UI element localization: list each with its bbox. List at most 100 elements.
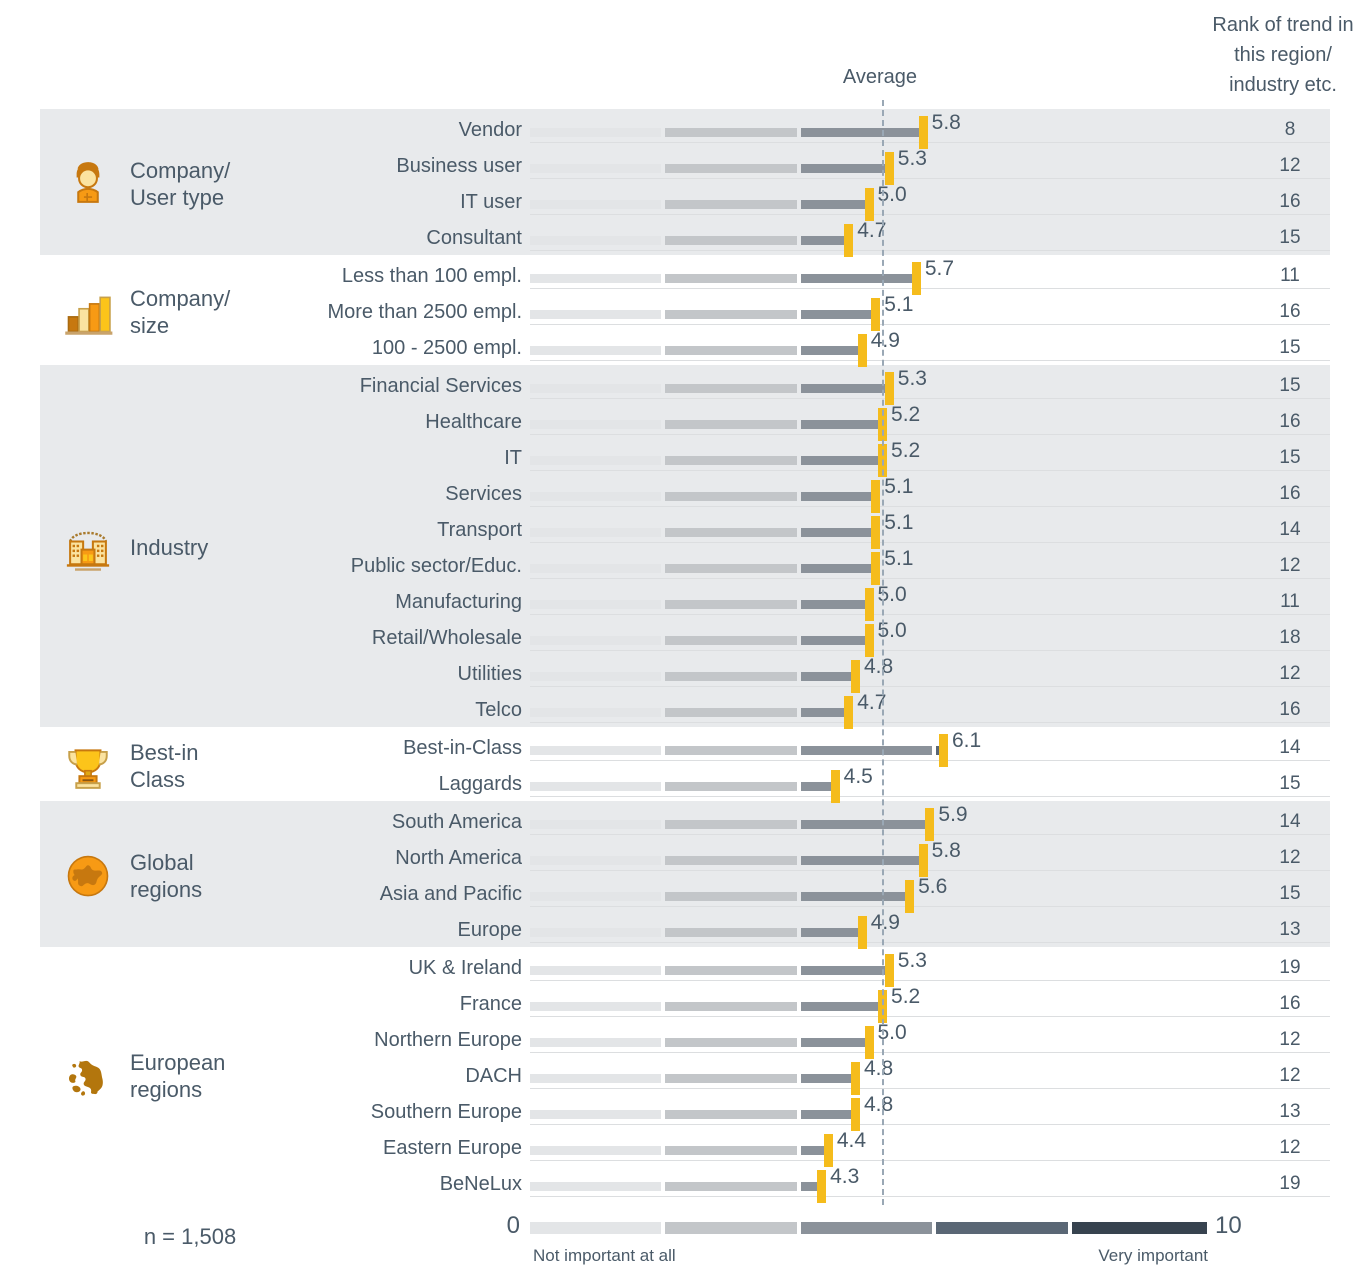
bar-segment [530, 346, 662, 355]
bar-segment [800, 746, 933, 755]
row-rank: 19 [1279, 1173, 1301, 1194]
value-marker [830, 770, 840, 803]
chart-row: Transport 5.1 14 [0, 511, 1366, 549]
value-label: 5.2 [891, 403, 921, 426]
row-baseline [530, 398, 1330, 399]
sample-size-label: n = 1,508 [143, 1224, 237, 1249]
value-label: 5.6 [918, 875, 948, 898]
bar-segment [665, 274, 797, 283]
bar-segment [800, 820, 930, 829]
row-bar-track [530, 1182, 1207, 1191]
bar-segment [800, 892, 910, 901]
value-marker [864, 1026, 874, 1059]
row-rank: 15 [1279, 773, 1301, 794]
chart-row: 100 - 2500 empl. 4.9 15 [0, 329, 1366, 367]
row-rank: 15 [1279, 227, 1301, 248]
value-label: 5.9 [938, 803, 968, 826]
bar-segment [530, 1110, 662, 1119]
row-label: Northern Europe [374, 1029, 522, 1051]
scale-caption-left: Not important at all [533, 1246, 676, 1265]
value-marker [850, 660, 860, 693]
average-label: Average [842, 66, 918, 88]
bar-segment [665, 564, 797, 573]
row-label: Financial Services [359, 375, 522, 397]
row-rank: 12 [1279, 1137, 1301, 1158]
bar-segment [665, 346, 797, 355]
value-marker [918, 116, 928, 149]
value-label: 5.1 [884, 547, 914, 570]
value-label: 5.2 [891, 439, 921, 462]
chart-row: Best-in-Class 6.1 14 [0, 729, 1366, 767]
value-label: 4.9 [870, 911, 900, 934]
value-marker [884, 372, 894, 405]
bar-segment [665, 420, 797, 429]
bar-segment [665, 1074, 797, 1083]
chart-row: Healthcare 5.2 16 [0, 403, 1366, 441]
bar-segment [530, 856, 662, 865]
bar-segment [530, 564, 662, 573]
row-baseline [530, 542, 1330, 543]
value-marker [857, 334, 867, 367]
value-marker [884, 954, 894, 987]
row-rank: 11 [1280, 265, 1300, 286]
value-marker [823, 1134, 833, 1167]
row-baseline [530, 288, 1330, 289]
chart-row: Consultant 4.7 15 [0, 219, 1366, 257]
row-label: More than 2500 empl. [327, 301, 522, 323]
row-label: Eastern Europe [383, 1137, 522, 1159]
bar-segment [665, 492, 797, 501]
row-rank: 15 [1279, 337, 1301, 358]
bar-segment [665, 1146, 797, 1155]
chart-row: IT user 5.0 16 [0, 183, 1366, 221]
row-bar-track [530, 310, 1207, 319]
row-baseline [530, 870, 1330, 871]
value-label: 5.2 [891, 985, 921, 1008]
bar-segment [800, 384, 889, 393]
row-bar-track [530, 528, 1207, 537]
bar-segment [665, 672, 797, 681]
bar-segment [530, 200, 662, 209]
row-baseline [530, 614, 1330, 615]
bar-segment [665, 892, 797, 901]
row-rank: 18 [1279, 627, 1301, 648]
bar-segment [800, 564, 876, 573]
bar-segment [800, 856, 923, 865]
row-rank: 16 [1279, 993, 1301, 1014]
value-label: 4.8 [863, 1093, 894, 1116]
row-rank: 15 [1279, 375, 1301, 396]
row-label: Asia and Pacific [379, 883, 522, 905]
bar-segment [800, 164, 889, 173]
bar-segment [530, 274, 662, 283]
bar-segment [800, 928, 862, 937]
bar-segment [665, 1110, 797, 1119]
scale-min-label: 0 [506, 1212, 520, 1239]
row-bar-track [530, 128, 1207, 137]
row-bar-track [530, 564, 1207, 573]
row-rank: 14 [1279, 519, 1301, 540]
value-marker [871, 480, 881, 513]
row-label: Consultant [426, 227, 522, 249]
row-label: Transport [437, 519, 522, 541]
row-label: Services [445, 483, 522, 505]
bar-segment [800, 200, 869, 209]
bar-segment [530, 128, 662, 137]
value-marker [864, 188, 874, 221]
bar-segment [665, 782, 797, 791]
bar-segment [530, 672, 662, 681]
row-rank: 16 [1279, 301, 1301, 322]
chart-row: Retail/Wholesale 5.0 18 [0, 619, 1366, 657]
row-baseline [530, 980, 1330, 981]
row-bar-track [530, 164, 1207, 173]
row-rank: 12 [1279, 1065, 1301, 1086]
row-baseline [530, 578, 1330, 579]
chart-row: Northern Europe 5.0 12 [0, 1021, 1366, 1059]
row-bar-track [530, 384, 1207, 393]
row-label: IT [504, 447, 522, 469]
row-bar-track [530, 928, 1207, 937]
value-marker [918, 844, 928, 877]
bar-segment [665, 708, 797, 717]
row-rank: 12 [1279, 155, 1301, 176]
chart-row: Less than 100 empl. 5.7 11 [0, 257, 1366, 295]
row-rank: 16 [1279, 411, 1301, 432]
row-label: Healthcare [425, 411, 522, 433]
